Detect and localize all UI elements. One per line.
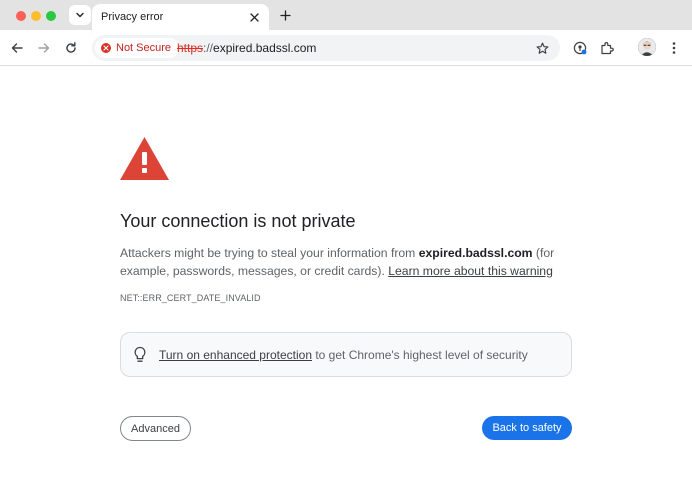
chevron-down-icon [76, 12, 84, 18]
toolbar: Not Secure https://expired.badssl.com [0, 30, 692, 66]
tab-search-button[interactable] [69, 5, 91, 25]
address-bar[interactable]: Not Secure https://expired.badssl.com [92, 35, 560, 61]
tab-privacy-error[interactable]: Privacy error [92, 4, 269, 30]
enhanced-protection-text: Turn on enhanced protection to get Chrom… [159, 348, 528, 362]
enhanced-protection-banner: Turn on enhanced protection to get Chrom… [120, 332, 572, 377]
avatar-icon [638, 38, 656, 56]
arrow-right-icon [38, 43, 50, 53]
extensions-puzzle-icon [601, 42, 614, 55]
star-icon [536, 42, 548, 54]
plus-icon [279, 9, 291, 21]
back-to-safety-button[interactable]: Back to safety [482, 416, 572, 440]
security-chip[interactable]: Not Secure [95, 38, 180, 58]
url-host: expired.badssl.com [213, 41, 317, 55]
forward-button[interactable] [34, 38, 54, 58]
tab-title: Privacy error [101, 11, 164, 23]
back-button[interactable] [7, 38, 27, 58]
profile-avatar[interactable] [638, 38, 656, 56]
kebab-menu-icon [672, 42, 676, 54]
security-chip-label: Not Secure [116, 42, 172, 54]
explanation-text: Attackers might be trying to steal your … [120, 245, 572, 280]
bookmark-button[interactable] [534, 40, 550, 56]
not-secure-icon [101, 43, 111, 53]
password-manager-icon [573, 41, 587, 55]
enhanced-protection-link[interactable]: Turn on enhanced protection [159, 348, 312, 362]
close-icon [249, 12, 259, 22]
extensions-button[interactable] [597, 38, 617, 58]
arrow-left-icon [11, 43, 23, 53]
enhanced-protection-suffix: to get Chrome's highest level of securit… [312, 348, 528, 362]
window-close-button[interactable] [16, 11, 26, 21]
advanced-button[interactable]: Advanced [120, 416, 191, 441]
window-minimize-button[interactable] [31, 11, 41, 21]
explanation-prefix: Attackers might be trying to steal your … [120, 246, 419, 260]
title-bar: Privacy error [0, 0, 692, 30]
lightbulb-icon [134, 346, 146, 362]
url-scheme: https [177, 41, 204, 55]
window-zoom-button[interactable] [46, 11, 56, 21]
error-code: NET::ERR_CERT_DATE_INVALID [120, 293, 261, 303]
warning-triangle-icon [120, 137, 169, 180]
page-title: Your connection is not private [120, 211, 356, 231]
explanation-host: expired.badssl.com [418, 246, 533, 260]
chrome-menu-button[interactable] [664, 38, 684, 58]
url-text[interactable]: https://expired.badssl.com [177, 41, 316, 55]
learn-more-link[interactable]: Learn more about this warning [388, 264, 553, 278]
tab-close-button[interactable] [247, 10, 261, 24]
url-separator: :// [203, 41, 214, 55]
reload-button[interactable] [61, 38, 81, 58]
reload-icon [66, 42, 76, 53]
password-manager-button[interactable] [570, 38, 590, 58]
new-tab-button[interactable] [277, 7, 293, 23]
